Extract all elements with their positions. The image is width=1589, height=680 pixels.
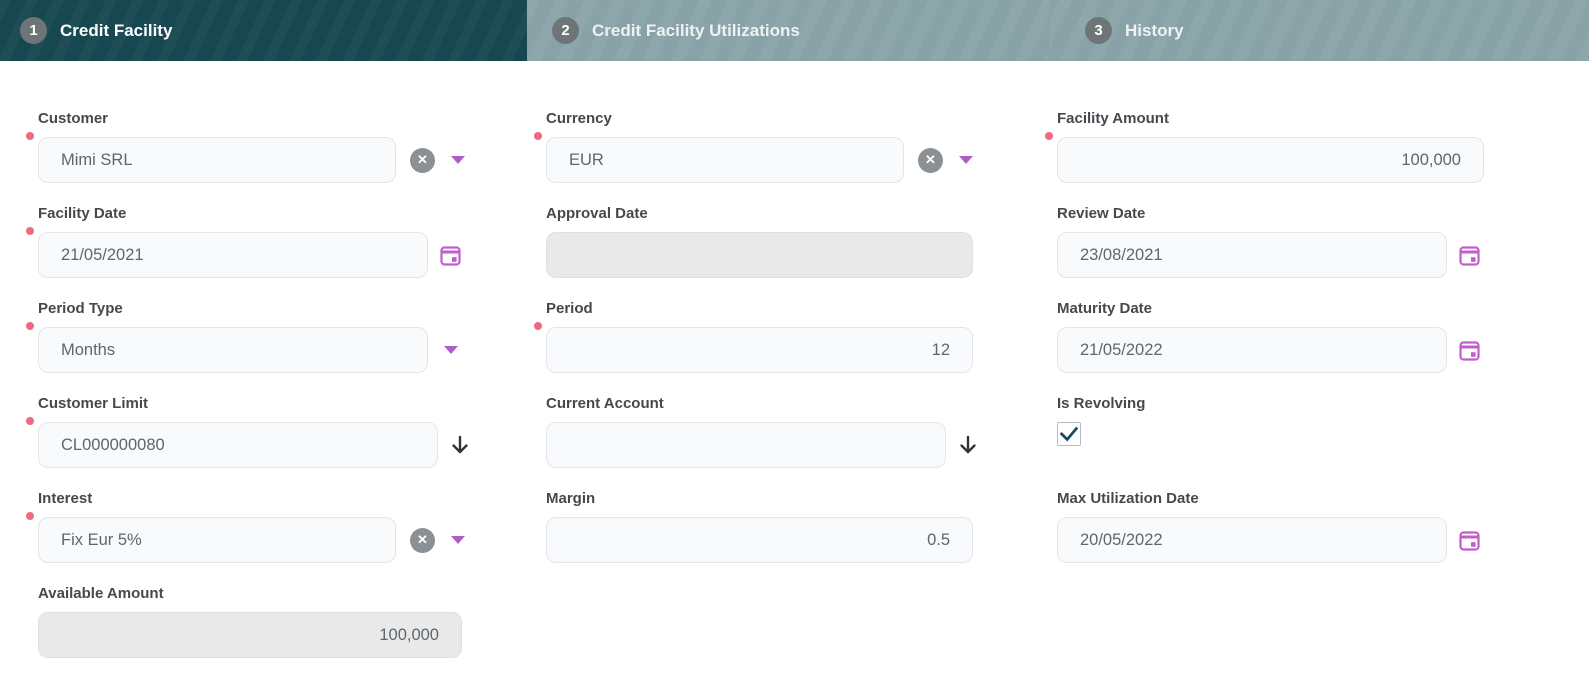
is-revolving-label: Is Revolving xyxy=(1057,395,1146,412)
clear-circle-icon[interactable]: ✕ xyxy=(410,147,435,173)
step-number-1: 1 xyxy=(20,17,47,44)
tab-history[interactable]: 3 History xyxy=(1049,0,1589,61)
required-dot xyxy=(26,227,34,235)
field-is-revolving: Is Revolving xyxy=(1057,395,1569,468)
required-dot xyxy=(534,132,542,140)
facility-date-input[interactable]: 21/05/2021 xyxy=(38,232,428,278)
checkbox-check-icon xyxy=(1059,426,1079,442)
down-arrow-lookup-icon[interactable] xyxy=(448,433,472,457)
chevron-down-icon[interactable] xyxy=(451,156,465,164)
calendar-icon[interactable] xyxy=(1459,340,1480,361)
stepper: 1 Credit Facility 2 Credit Facility Util… xyxy=(0,0,1589,61)
field-customer-limit: Customer Limit CL000000080 xyxy=(26,395,546,468)
required-dot xyxy=(26,322,34,330)
chevron-down-icon[interactable] xyxy=(451,536,465,544)
tab-label-history: History xyxy=(1125,20,1184,40)
customer-label: Customer xyxy=(38,110,109,127)
required-dot xyxy=(26,417,34,425)
review-date-label: Review Date xyxy=(1057,205,1146,222)
field-margin: Margin 0.5 xyxy=(546,490,1057,563)
chevron-down-icon[interactable] xyxy=(444,346,458,354)
customer-limit-input[interactable]: CL000000080 xyxy=(38,422,438,468)
tab-credit-facility-utilizations[interactable]: 2 Credit Facility Utilizations xyxy=(527,0,1049,61)
maturity-date-input[interactable]: 21/05/2022 xyxy=(1057,327,1447,373)
form-column-1: Customer Mimi SRL ✕ Facility Date 21/05/… xyxy=(26,110,546,680)
field-period: Period 12 xyxy=(534,300,1057,373)
calendar-icon[interactable] xyxy=(440,245,461,266)
field-current-account: Current Account xyxy=(546,395,1057,468)
required-dot xyxy=(26,512,34,520)
form-column-2: Currency EUR ✕ Approval Date Period 12 C… xyxy=(534,110,1057,680)
approval-date-label: Approval Date xyxy=(546,205,648,222)
credit-facility-form: Customer Mimi SRL ✕ Facility Date 21/05/… xyxy=(0,61,1589,680)
tab-label-credit-facility: Credit Facility xyxy=(60,20,173,40)
field-max-utilization-date: Max Utilization Date 20/05/2022 xyxy=(1057,490,1569,563)
form-column-3: Facility Amount 100,000 Review Date 23/0… xyxy=(1045,110,1569,680)
required-dot xyxy=(1045,132,1053,140)
step-number-3: 3 xyxy=(1085,17,1112,44)
field-customer: Customer Mimi SRL ✕ xyxy=(26,110,546,183)
calendar-icon[interactable] xyxy=(1459,530,1480,551)
maturity-date-label: Maturity Date xyxy=(1057,300,1153,317)
current-account-label: Current Account xyxy=(546,395,664,412)
margin-label: Margin xyxy=(546,490,596,507)
available-amount-label: Available Amount xyxy=(38,585,164,602)
clear-circle-icon[interactable]: ✕ xyxy=(410,527,435,553)
tab-label-credit-facility-utilizations: Credit Facility Utilizations xyxy=(592,20,800,40)
currency-input[interactable]: EUR xyxy=(546,137,904,183)
period-type-label: Period Type xyxy=(38,300,123,317)
period-input[interactable]: 12 xyxy=(546,327,973,373)
facility-amount-label: Facility Amount xyxy=(1057,110,1169,127)
review-date-input[interactable]: 23/08/2021 xyxy=(1057,232,1447,278)
facility-date-label: Facility Date xyxy=(38,205,127,222)
calendar-icon[interactable] xyxy=(1459,245,1480,266)
step-number-2: 2 xyxy=(552,17,579,44)
max-utilization-date-input[interactable]: 20/05/2022 xyxy=(1057,517,1447,563)
is-revolving-checkbox[interactable] xyxy=(1057,422,1081,446)
interest-input[interactable]: Fix Eur 5% xyxy=(38,517,396,563)
field-approval-date: Approval Date xyxy=(546,205,1057,278)
currency-label: Currency xyxy=(546,110,612,127)
field-maturity-date: Maturity Date 21/05/2022 xyxy=(1057,300,1569,373)
down-arrow-lookup-icon[interactable] xyxy=(956,433,980,457)
facility-amount-input[interactable]: 100,000 xyxy=(1057,137,1484,183)
field-period-type: Period Type Months xyxy=(26,300,546,373)
customer-limit-label: Customer Limit xyxy=(38,395,149,412)
approval-date-input xyxy=(546,232,973,278)
interest-label: Interest xyxy=(38,490,93,507)
required-dot xyxy=(26,132,34,140)
field-currency: Currency EUR ✕ xyxy=(534,110,1057,183)
max-utilization-date-label: Max Utilization Date xyxy=(1057,490,1199,507)
margin-input[interactable]: 0.5 xyxy=(546,517,973,563)
period-type-input[interactable]: Months xyxy=(38,327,428,373)
tab-credit-facility[interactable]: 1 Credit Facility xyxy=(0,0,527,61)
available-amount-input: 100,000 xyxy=(38,612,462,658)
current-account-input[interactable] xyxy=(546,422,946,468)
period-label: Period xyxy=(546,300,593,317)
chevron-down-icon[interactable] xyxy=(959,156,973,164)
field-available-amount: Available Amount 100,000 xyxy=(38,585,546,658)
field-review-date: Review Date 23/08/2021 xyxy=(1057,205,1569,278)
field-facility-amount: Facility Amount 100,000 xyxy=(1045,110,1569,183)
field-interest: Interest Fix Eur 5% ✕ xyxy=(26,490,546,563)
required-dot xyxy=(534,322,542,330)
clear-circle-icon[interactable]: ✕ xyxy=(918,147,943,173)
customer-input[interactable]: Mimi SRL xyxy=(38,137,396,183)
field-facility-date: Facility Date 21/05/2021 xyxy=(26,205,546,278)
